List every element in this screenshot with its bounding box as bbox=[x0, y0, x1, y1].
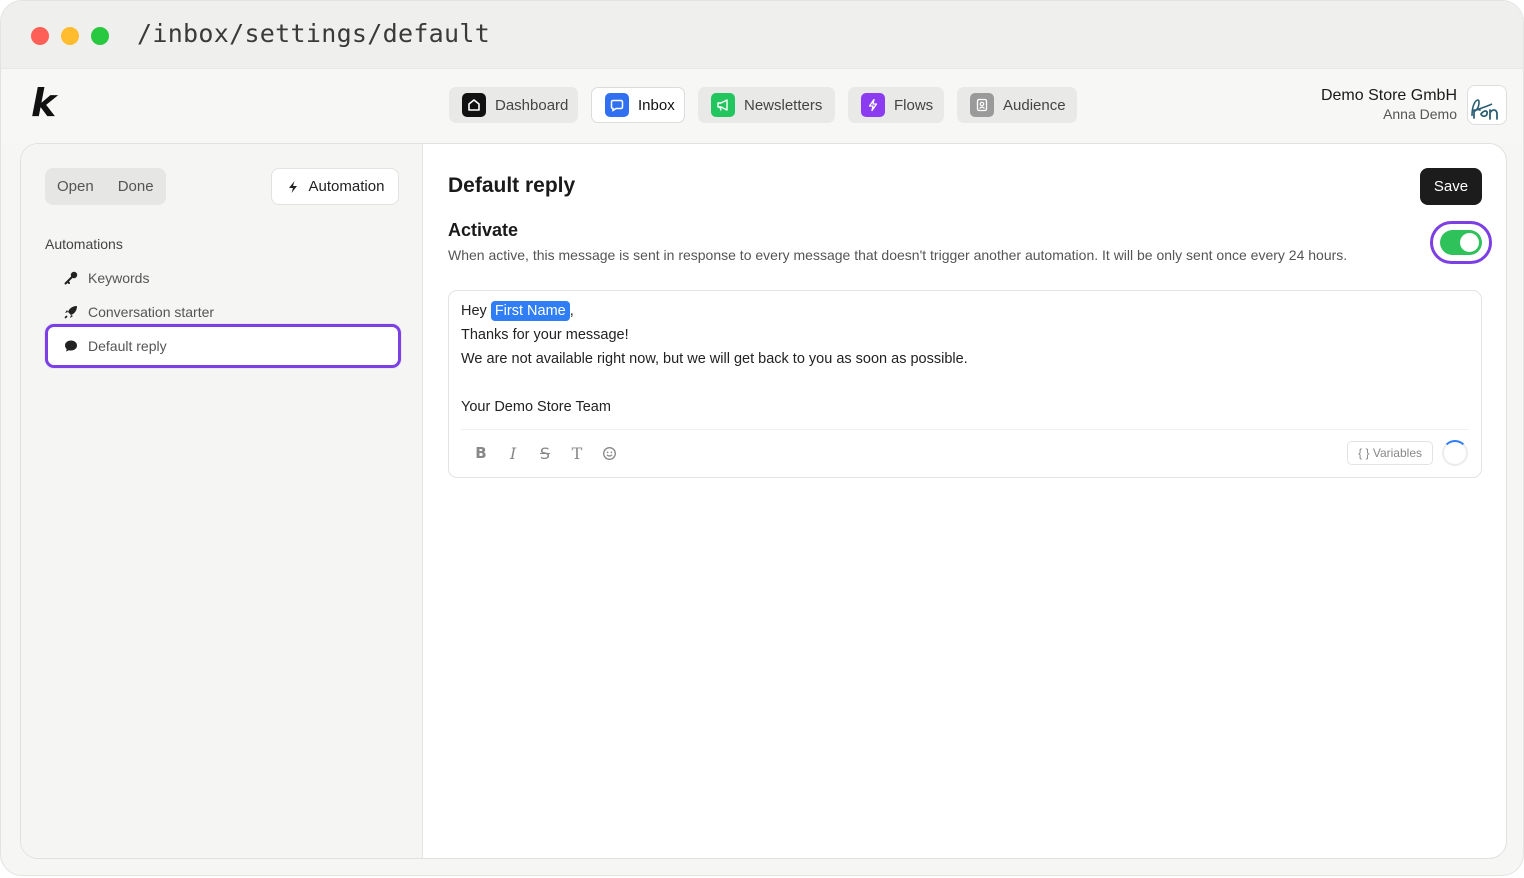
message-body[interactable]: Hey First Name, Thanks for your message!… bbox=[461, 299, 968, 419]
activate-description: When active, this message is sent in res… bbox=[448, 247, 1348, 263]
automation-button-label: Automation bbox=[308, 178, 385, 195]
home-icon bbox=[462, 93, 486, 117]
italic-button[interactable]: I bbox=[497, 441, 529, 465]
editor-line: Your Demo Store Team bbox=[461, 399, 611, 415]
app-window: /inbox/settings/default k Dashboard Inbo… bbox=[0, 0, 1524, 876]
activate-title: Activate bbox=[448, 220, 519, 240]
text-style-button[interactable]: T bbox=[561, 441, 593, 465]
automations-section-title: Automations bbox=[45, 236, 123, 252]
nav-audience-label: Audience bbox=[1003, 96, 1066, 114]
minimize-window-button[interactable] bbox=[61, 27, 79, 45]
bold-button[interactable]: B bbox=[465, 441, 497, 465]
greeting-punctuation: , bbox=[569, 303, 574, 319]
segment-open[interactable]: Open bbox=[57, 178, 94, 195]
sidebar-item-label: Conversation starter bbox=[88, 304, 215, 320]
contact-book-icon bbox=[970, 93, 994, 117]
nav-inbox-label: Inbox bbox=[638, 96, 675, 114]
chat-bubble-icon bbox=[65, 340, 77, 352]
account-user: Anna Demo bbox=[1383, 106, 1457, 122]
settings-panel: Open Done Automation Automations Keyword… bbox=[20, 143, 1507, 859]
sidebar-item-default-reply[interactable]: Default reply bbox=[45, 324, 401, 368]
strikethrough-button[interactable]: S bbox=[529, 441, 561, 465]
emoji-button[interactable] bbox=[593, 441, 625, 465]
maximize-window-button[interactable] bbox=[91, 27, 109, 45]
loading-spinner-icon bbox=[1442, 440, 1468, 466]
nav-flows[interactable]: Flows bbox=[848, 87, 944, 123]
nav-inbox[interactable]: Inbox bbox=[591, 87, 685, 123]
nav-newsletters[interactable]: Newsletters bbox=[698, 87, 835, 123]
rocket-icon bbox=[64, 306, 77, 319]
nav-audience[interactable]: Audience bbox=[957, 87, 1077, 123]
message-editor[interactable]: Hey First Name, Thanks for your message!… bbox=[448, 290, 1482, 478]
status-segmented-control: Open Done bbox=[45, 168, 166, 205]
editor-line: We are not available right now, but we w… bbox=[461, 351, 968, 367]
editor-empty-line bbox=[461, 371, 968, 395]
first-name-variable-chip[interactable]: First Name bbox=[490, 301, 570, 321]
megaphone-icon bbox=[711, 93, 735, 117]
nav-flows-label: Flows bbox=[894, 96, 934, 114]
store-avatar[interactable] bbox=[1467, 85, 1507, 125]
nav-newsletters-label: Newsletters bbox=[744, 96, 823, 114]
greeting-text: Hey bbox=[461, 303, 487, 319]
account-company: Demo Store GmbH bbox=[1320, 87, 1457, 104]
editor-line: Thanks for your message! bbox=[461, 327, 629, 343]
sidebar-item-label: Default reply bbox=[88, 338, 167, 354]
key-icon bbox=[64, 271, 78, 285]
main-content: Default reply Save Activate When active,… bbox=[424, 144, 1506, 858]
save-button[interactable]: Save bbox=[1420, 168, 1482, 205]
editor-divider bbox=[461, 429, 1469, 430]
automation-button[interactable]: Automation bbox=[271, 168, 399, 205]
activate-toggle-focus-ring bbox=[1430, 221, 1492, 264]
chat-icon bbox=[605, 93, 629, 117]
nav-dashboard[interactable]: Dashboard bbox=[449, 87, 578, 123]
account-switcher[interactable]: Demo Store GmbH Anna Demo bbox=[1321, 87, 1457, 122]
variables-button[interactable]: { } Variables bbox=[1347, 441, 1433, 465]
lightning-icon bbox=[861, 93, 885, 117]
sidebar-item-label: Keywords bbox=[88, 270, 150, 286]
sidebar: Open Done Automation Automations Keyword… bbox=[21, 144, 423, 858]
nav-dashboard-label: Dashboard bbox=[495, 96, 569, 114]
emoji-icon bbox=[602, 446, 616, 460]
brand-logo[interactable]: k bbox=[31, 83, 56, 123]
editor-line: Hey First Name, bbox=[461, 299, 968, 323]
formatting-toolbar: B I S T bbox=[465, 441, 625, 465]
lightning-icon bbox=[288, 180, 297, 193]
page-title: Default reply bbox=[448, 174, 576, 197]
top-nav-bar: k Dashboard Inbox Newsletters Flows Audi… bbox=[1, 69, 1523, 143]
close-window-button[interactable] bbox=[31, 27, 49, 45]
title-bar: /inbox/settings/default bbox=[1, 1, 1523, 69]
activate-toggle[interactable] bbox=[1440, 230, 1482, 255]
segment-done[interactable]: Done bbox=[118, 178, 154, 195]
url-path: /inbox/settings/default bbox=[137, 19, 491, 48]
